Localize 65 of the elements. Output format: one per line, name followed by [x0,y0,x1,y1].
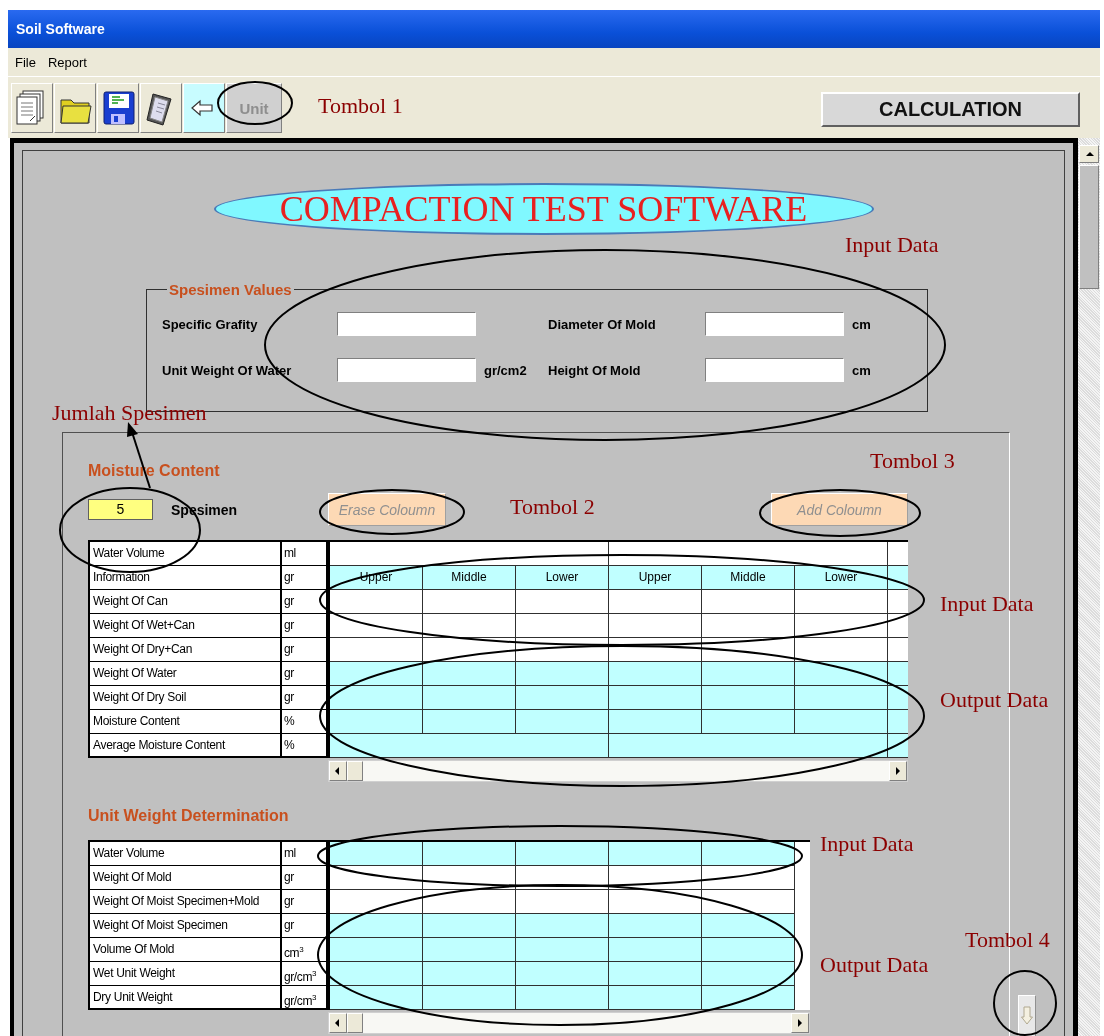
row-label: Weight Of Moist Specimen+Mold [90,890,282,913]
scrollbar-thumb[interactable] [347,1013,363,1033]
scroll-left-button[interactable] [329,761,347,781]
annotation-label: Tombol 2 [510,494,595,520]
field-label: Diameter Of Mold [548,316,657,332]
row-label: Weight Of Moist Specimen [90,914,282,937]
row-label: Weight Of Wet+Can [90,614,282,637]
scroll-up-button[interactable] [1079,145,1099,163]
row-label: Water Volume [90,542,282,565]
row-label: Moisture Content [90,710,282,733]
specimen-count-field[interactable]: 5 [88,499,153,520]
scroll-right-button[interactable] [791,1013,809,1033]
down-arrow-button[interactable] [1018,995,1036,1036]
annotation-label: Tombol 4 [965,927,1050,953]
annotation-label: Input Data [940,591,1034,617]
input-field[interactable] [337,312,476,336]
horizontal-scrollbar[interactable] [328,760,908,782]
annotation-label: Tombol 1 [318,93,403,119]
row-label: Information [90,566,282,589]
calculation-button[interactable]: CALCULATION [821,92,1080,127]
horizontal-scrollbar[interactable] [328,1012,810,1034]
column-header: Lower [795,566,888,589]
menu-item[interactable]: File [15,54,36,70]
row-label: Average Moisture Content [90,734,282,756]
row-label: Weight Of Water [90,662,282,685]
row-label: Volume Of Mold [90,938,282,961]
scrollbar-thumb[interactable] [347,761,363,781]
column-header: Middle [702,566,795,589]
column-header: Upper [609,566,702,589]
row-label: Weight Of Mold [90,866,282,889]
row-label: Weight Of Can [90,590,282,613]
section-heading: Unit Weight Determination [88,806,290,826]
scroll-right-button[interactable] [889,761,907,781]
menu-item[interactable]: Report [47,54,87,70]
row-label: Weight Of Dry+Can [90,638,282,661]
vertical-scrollbar[interactable] [1078,138,1100,1036]
annotation-label: Input Data [845,232,939,258]
app-title: COMPACTION TEST SOFTWARE [213,183,874,235]
column-header: Middle [423,566,516,589]
toolbar-button[interactable] [97,83,139,133]
unit-label: gr/cm2 [483,362,528,378]
annotation-label: Input Data [820,831,914,857]
row-label: Dry Unit Weight [90,986,282,1008]
annotation-label: Output Data [940,687,1049,713]
window-title: Soil Software [16,21,105,37]
section-legend: Spesimen Values [167,281,294,298]
toolbar-button[interactable] [183,83,225,133]
annotation-label: Output Data [820,952,929,978]
field-label: Specific Grafity [162,316,259,332]
column-header: Lower [516,566,609,589]
row-label: Wet Unit Weight [90,962,282,985]
row-label: Water Volume [90,842,282,865]
field-label: Height Of Mold [548,362,642,378]
down-arrow-icon [1021,1006,1033,1026]
row-label: Weight Of Dry Soil [90,686,282,709]
input-field[interactable] [705,358,844,382]
toolbar-button[interactable] [140,83,182,133]
input-field[interactable] [705,312,844,336]
toolbar-button[interactable] [54,83,96,133]
scrollbar-thumb[interactable] [1079,165,1099,289]
unit-label: cm [851,316,872,332]
input-field[interactable] [337,358,476,382]
scroll-left-button[interactable] [329,1013,347,1033]
annotation-label: Tombol 3 [870,448,955,474]
unit-label: cm [851,362,872,378]
